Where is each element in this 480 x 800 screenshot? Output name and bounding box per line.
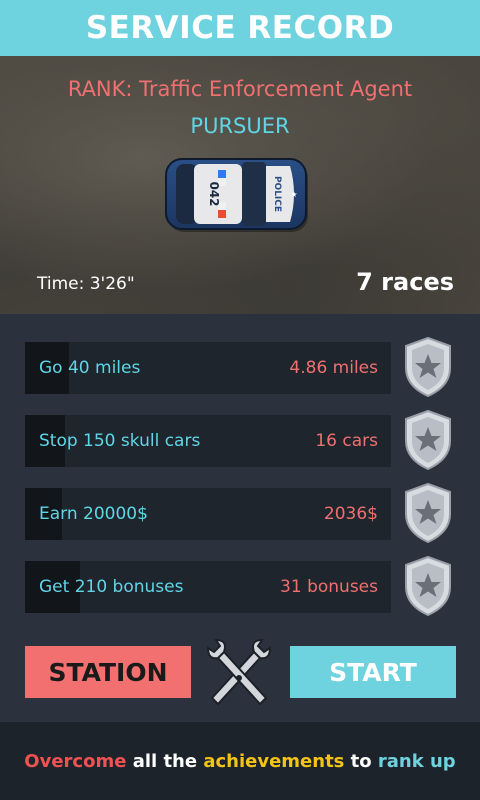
achievement-row: Stop 150 skull cars 16 cars: [25, 415, 391, 467]
star-badge-icon: [405, 555, 451, 617]
achievement-value: 2036$: [323, 504, 378, 524]
header-bar: SERVICE RECORD: [0, 0, 480, 56]
station-button[interactable]: STATION: [25, 646, 191, 698]
achievement-row: Get 210 bonuses 31 bonuses: [25, 561, 391, 613]
footer-text: to: [344, 750, 378, 772]
page-title: SERVICE RECORD: [85, 10, 395, 46]
achievement-label: Get 210 bonuses: [39, 577, 184, 597]
achievement-value: 4.86 miles: [289, 358, 378, 378]
achievement-value: 31 bonuses: [280, 577, 378, 597]
car-door-text: POLICE: [272, 176, 282, 212]
footer-word-overcome: Overcome: [24, 750, 127, 772]
footer-hint: Overcome all the achievements to rank up: [0, 722, 480, 800]
achievement-label: Go 40 miles: [39, 358, 141, 378]
hero-panel: RANK: Traffic Enforcement Agent PURSUER …: [0, 56, 480, 314]
start-button[interactable]: START: [290, 646, 456, 698]
time-readout: Time: 3'26": [37, 274, 135, 294]
police-car-icon: 042 POLICE ★: [165, 158, 308, 232]
car-number: 042: [207, 181, 221, 206]
achievement-row: Earn 20000$ 2036$: [25, 488, 391, 540]
achievement-row: Go 40 miles 4.86 miles: [25, 342, 391, 394]
star-badge-icon: [405, 336, 451, 398]
footer-word-achievements: achievements: [203, 750, 345, 772]
footer-word-rank-up: rank up: [377, 750, 456, 772]
achievement-label: Stop 150 skull cars: [39, 431, 201, 451]
footer-text: all the: [126, 750, 204, 772]
races-count: 7 races: [356, 268, 454, 296]
star-badge-icon: [405, 409, 451, 471]
wrench-tools-icon[interactable]: [204, 638, 274, 706]
achievement-value: 16 cars: [315, 431, 378, 451]
rank-title: PURSUER: [190, 114, 290, 138]
svg-text:★: ★: [290, 190, 297, 199]
rank-label: RANK: Traffic Enforcement Agent: [67, 77, 413, 101]
achievement-label: Earn 20000$: [39, 504, 148, 524]
star-badge-icon: [405, 482, 451, 544]
